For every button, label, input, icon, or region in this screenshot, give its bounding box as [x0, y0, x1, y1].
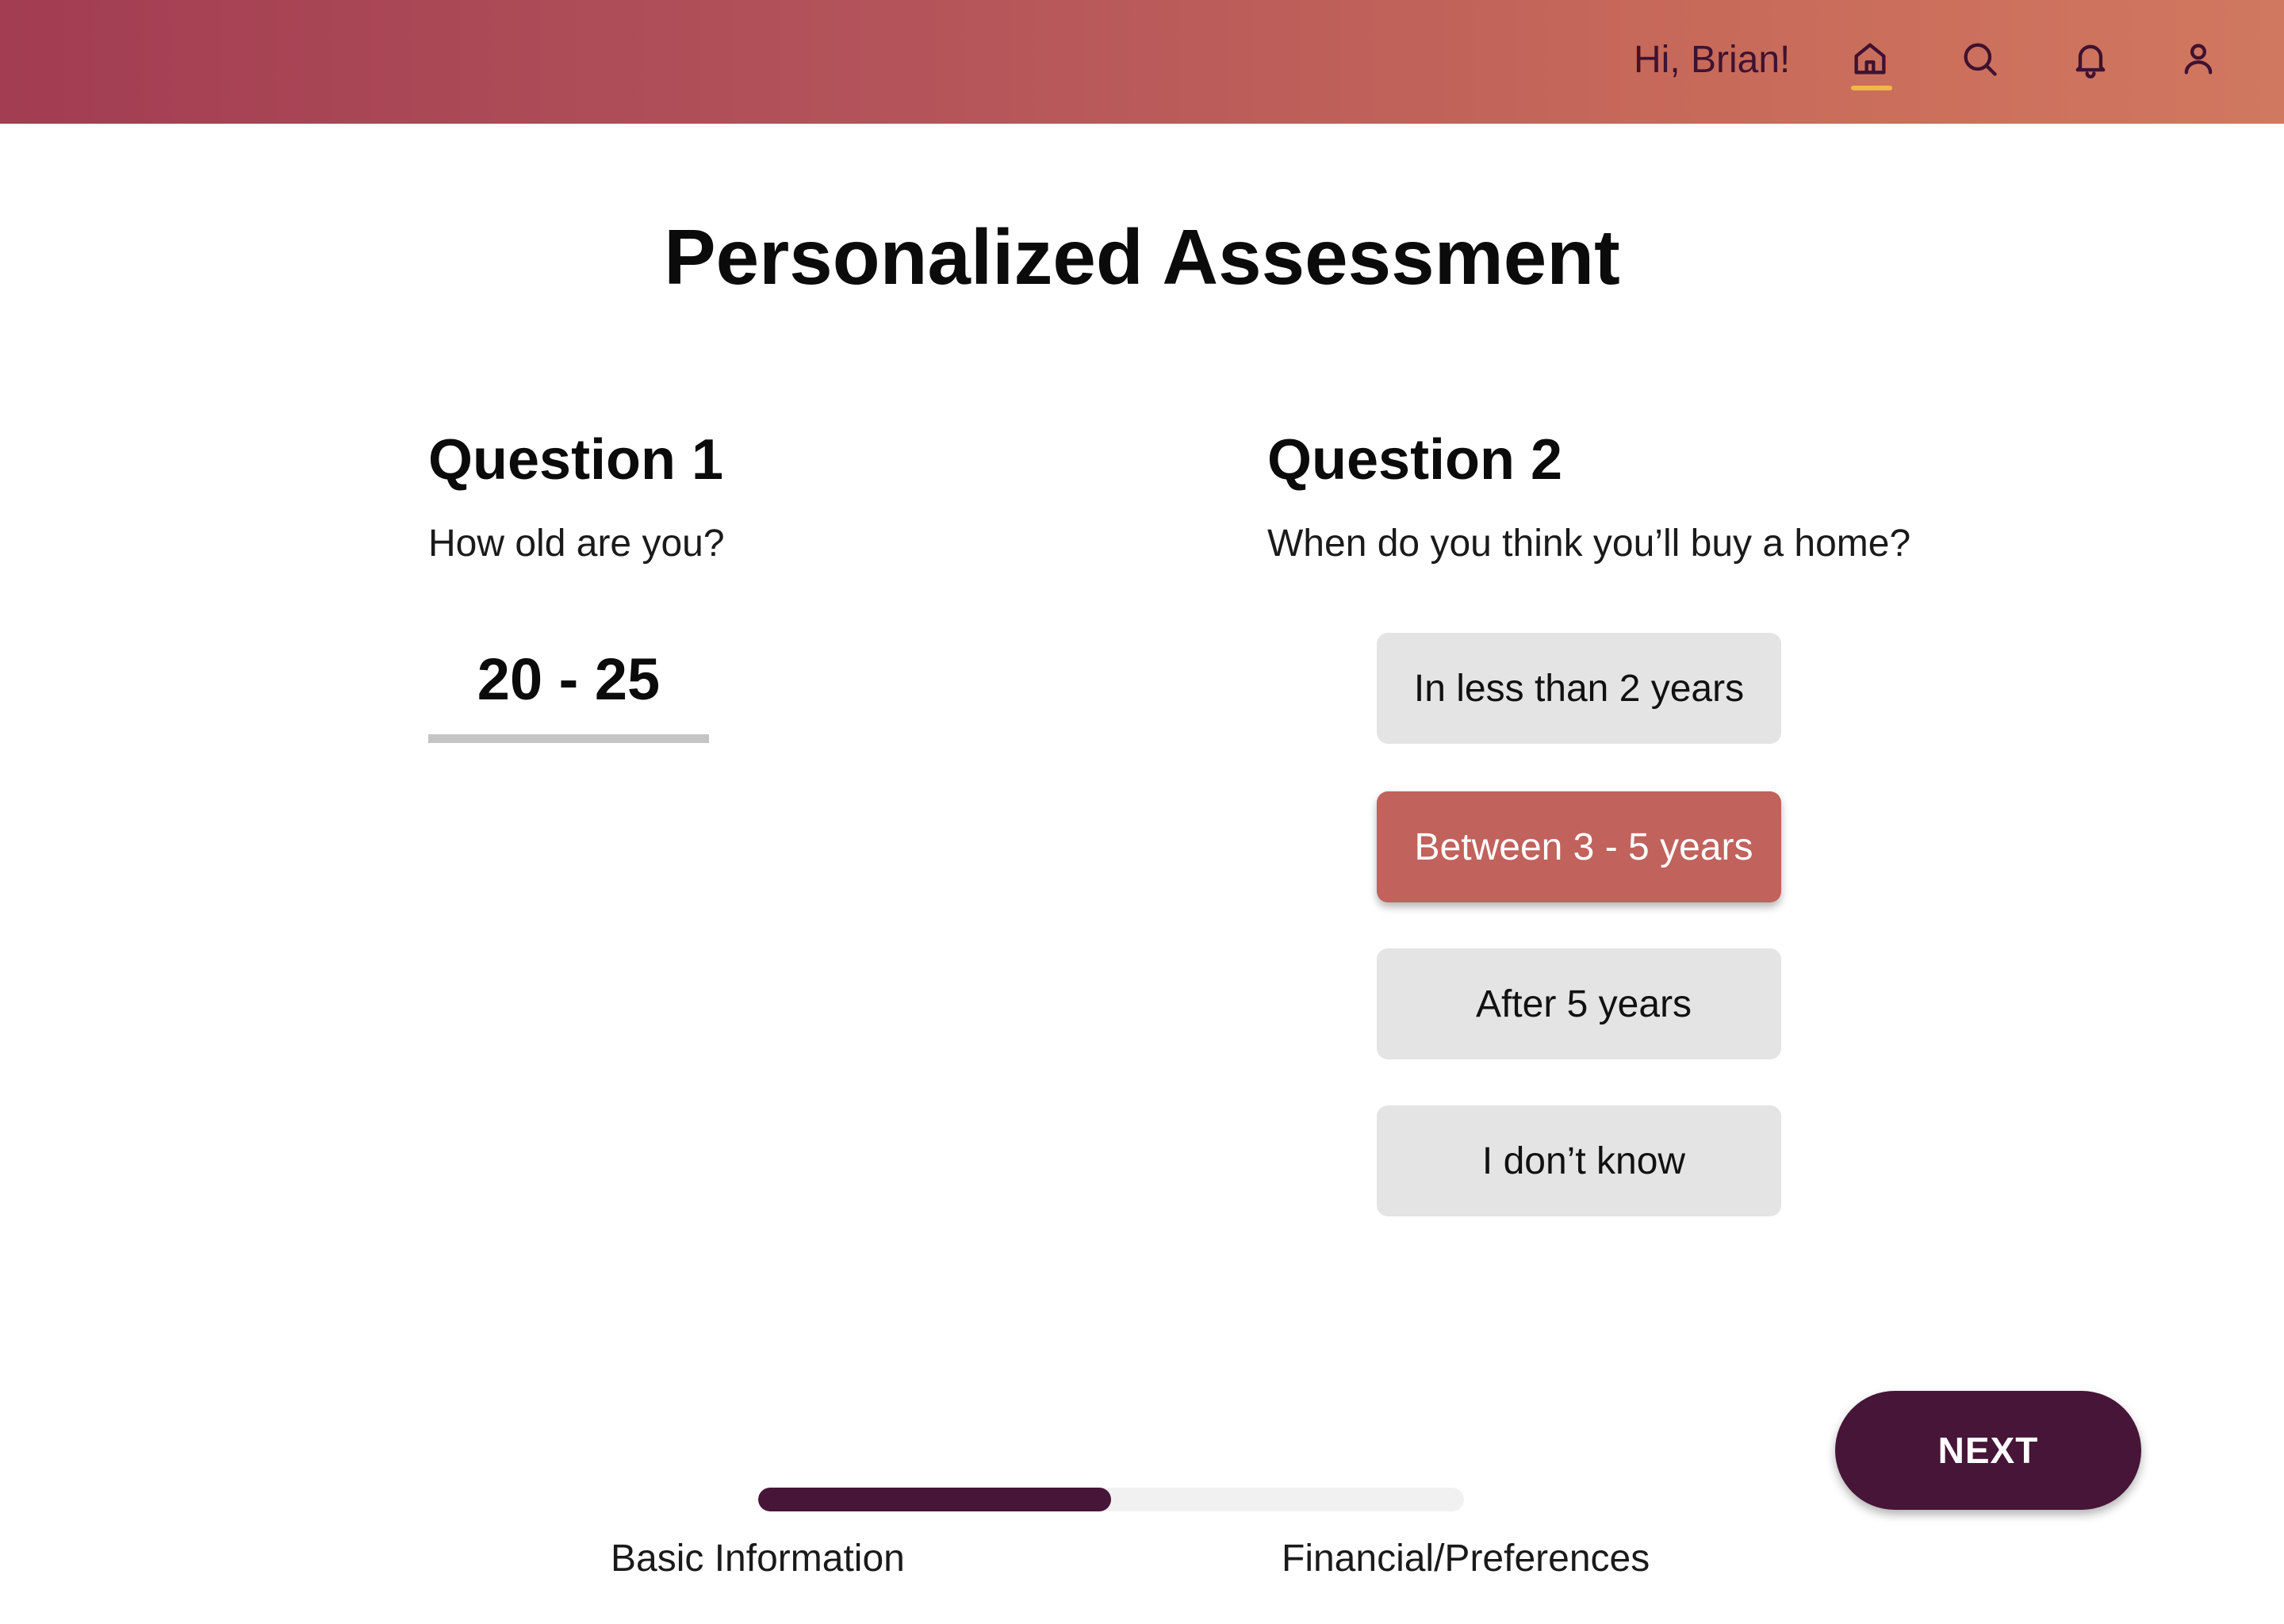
age-select-underline [428, 734, 709, 743]
option-after-5-years[interactable]: After 5 years [1377, 948, 1781, 1059]
search-icon[interactable] [1951, 30, 2008, 87]
progress-bar-fill [758, 1488, 1111, 1511]
bell-icon[interactable] [2062, 30, 2119, 87]
option-less-than-2-years[interactable]: In less than 2 years [1377, 633, 1781, 744]
app-header: Hi, Brian! [0, 0, 2284, 124]
option-between-3-5-years[interactable]: Between 3 - 5 years [1377, 791, 1781, 902]
question-1-heading: Question 1 [428, 428, 724, 492]
age-select-value[interactable]: 20 - 25 [428, 644, 709, 715]
next-button[interactable]: NEXT [1835, 1391, 2141, 1510]
option-dont-know[interactable]: I don’t know [1377, 1105, 1781, 1216]
question-2-heading: Question 2 [1267, 428, 1563, 492]
question-1-text: How old are you? [428, 523, 725, 565]
user-icon[interactable] [2170, 30, 2227, 87]
progress-bar [758, 1488, 1464, 1511]
home-icon[interactable] [1841, 30, 1899, 87]
question-2-text: When do you think you’ll buy a home? [1267, 523, 1911, 565]
page-title: Personalized Assessment [664, 213, 1620, 301]
step-label-financial-preferences: Financial/Preferences [1282, 1538, 1650, 1580]
greeting-text: Hi, Brian! [1634, 39, 1791, 81]
step-label-basic-information: Basic Information [611, 1538, 905, 1580]
active-nav-indicator [1851, 86, 1892, 90]
